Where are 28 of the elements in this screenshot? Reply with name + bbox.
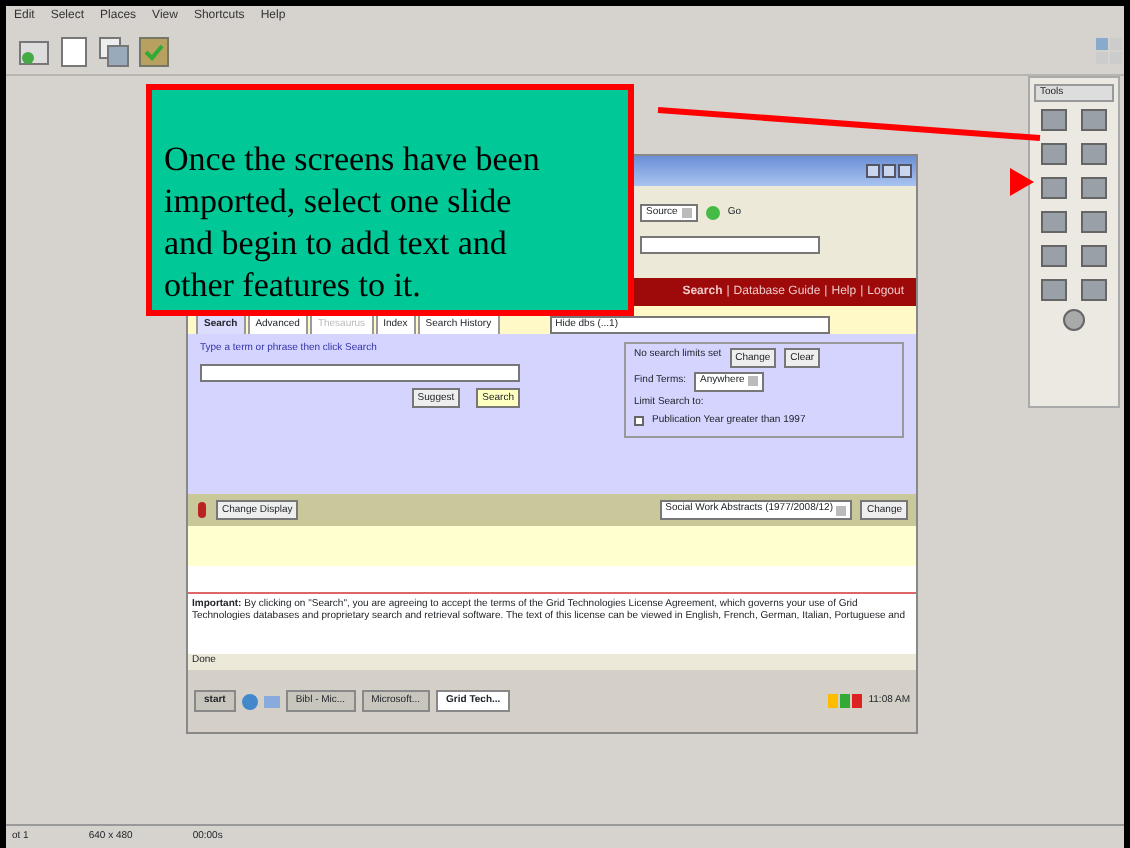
address-field[interactable] xyxy=(640,236,820,255)
tool-icon[interactable] xyxy=(1080,278,1108,302)
import-icon[interactable] xyxy=(18,35,50,67)
circle-icon[interactable] xyxy=(1062,308,1086,332)
tool-icon[interactable] xyxy=(1080,176,1108,200)
search-field[interactable] xyxy=(200,363,520,381)
tray-icon[interactable] xyxy=(828,694,863,708)
tool-icon[interactable] xyxy=(1040,210,1068,234)
tool-icon[interactable] xyxy=(1040,244,1068,268)
close-button[interactable] xyxy=(898,164,912,178)
page-icon[interactable] xyxy=(58,35,90,67)
tool-icon[interactable] xyxy=(1080,244,1108,268)
tool-icon[interactable] xyxy=(1040,108,1068,132)
tool-icon[interactable] xyxy=(1040,176,1068,200)
checkbox[interactable] xyxy=(634,416,644,427)
marker-icon[interactable] xyxy=(196,502,208,518)
tool-icon[interactable] xyxy=(1080,210,1108,234)
maximize-button[interactable] xyxy=(882,164,896,178)
globe-icon[interactable] xyxy=(241,693,258,709)
check-icon[interactable] xyxy=(138,35,170,67)
triangle-icon xyxy=(1010,168,1034,196)
tool-icon[interactable] xyxy=(1040,278,1068,302)
tool-icon[interactable] xyxy=(1040,142,1068,166)
tool-icon[interactable] xyxy=(1080,108,1108,132)
minimize-button[interactable] xyxy=(866,164,880,178)
tool-icon[interactable] xyxy=(1080,142,1108,166)
pages-icon[interactable] xyxy=(98,35,130,67)
callout-text: Once the screens have been imported, select one slide and begin to add text and other features to it. xyxy=(146,84,634,316)
